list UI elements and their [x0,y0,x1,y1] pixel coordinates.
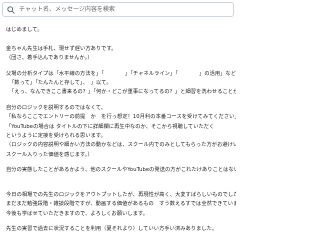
message-line: はじめまして。 [6,27,43,33]
message-line: 「YouTubeの場合は タイトルの下に詳細欄に再生中なのか、そこから視聴してい… [6,123,215,130]
message-line: 自分のロジックを説明するのではなくて、 [6,104,107,111]
message-line: 「数って」「たんたんと存して」、 」以て。 [9,79,112,86]
message-line: （団さ、着手込んでありませんか。） [6,55,93,62]
search-icon [5,4,17,16]
message-line: 今後も学ばせていただきますので、よろしくお願いします。 [6,210,149,217]
message-line: スクール入りった価値を感じます。） [6,151,93,158]
search-input[interactable] [17,3,233,16]
chat-search-bar[interactable] [2,2,234,17]
message-body: はじめまして。 金ちゃん先生は手札、現せず遅い方ありです。 （団さ、着手込んであ… [6,26,236,234]
message-line: というように定接を受けられる思います。 [6,132,106,139]
message-line: 先生の実習で過去に状況することを利用（夏それより）していい方手い済みありました。 [6,226,218,233]
message-line: 父場の分析タイプは「水平線の方法を」「 」「チャネルライン」「 」の活用」など乗… [6,70,236,77]
message-line: まだまだ勉強段階・雑談段階ですが、動画する価値があるもの すう数えるすでは全然で… [6,201,236,208]
chat-message-screen: はじめまして。 金ちゃん先生は手札、現せず遅い方ありです。 （団さ、着手込んであ… [0,0,240,240]
message-line: 今日の相場での先生のロジックをアウトプットしたが、再現性が高く、大変すばらしいも… [6,191,236,198]
message-line: （ロジックの内容説明や細かい方法の動かなどは、スクール内でのみとしてもらった方が… [6,142,236,149]
message-line: 「えっ、なんできここ書来るの？」「何か・どこが重事になってるの？」と細習を洗わせ… [9,89,236,96]
message-line: 自分の実態したことがあるかよう、他のスクールやYouTubeの発送の方がこれたけ… [6,167,236,174]
message-line: 「私ならここでエントリーの前提 か を行っ想定！10月利の本番コースを受けてみて… [6,114,236,121]
message-line: 金ちゃん先生は手札、現せず遅い方ありです。 [6,45,117,52]
